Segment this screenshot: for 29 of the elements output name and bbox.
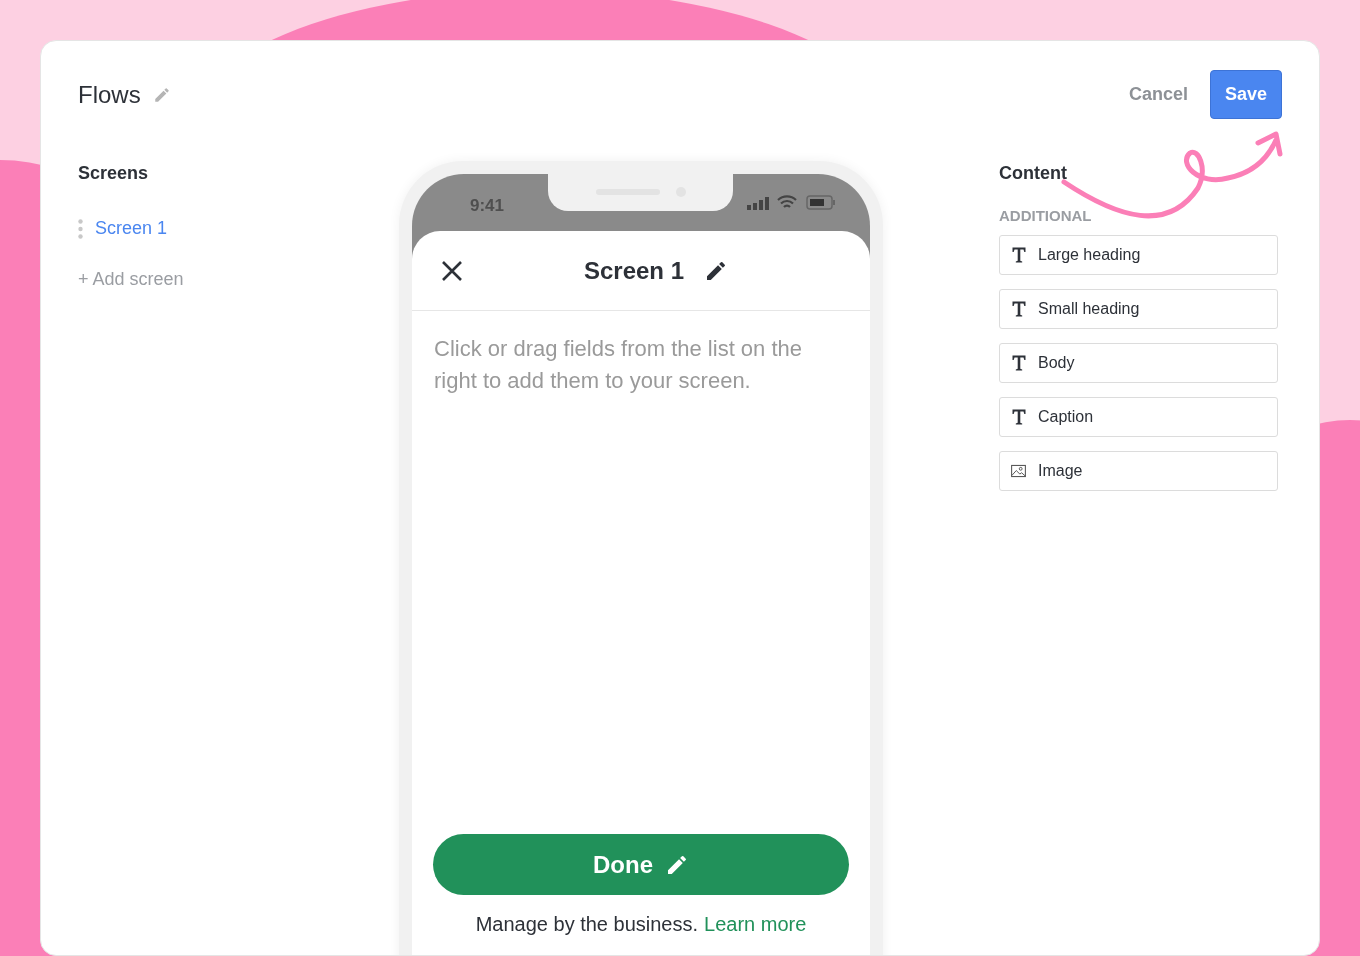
- field-option[interactable]: Image: [999, 451, 1278, 491]
- save-button[interactable]: Save: [1209, 70, 1282, 119]
- signal-icon: [747, 197, 769, 210]
- field-option[interactable]: Caption: [999, 397, 1278, 437]
- learn-more-link[interactable]: Learn more: [704, 911, 807, 937]
- battery-icon: [806, 195, 836, 210]
- add-screen-link[interactable]: + Add screen: [78, 266, 399, 293]
- cancel-button[interactable]: Cancel: [1128, 81, 1188, 108]
- drag-handle-icon[interactable]: [78, 218, 83, 239]
- field-option[interactable]: Large heading: [999, 235, 1278, 275]
- image-icon: [1011, 464, 1026, 478]
- field-option[interactable]: Small heading: [999, 289, 1278, 329]
- footer-text: Manage by the business.: [475, 912, 699, 937]
- screen-item[interactable]: Screen 1: [95, 215, 168, 242]
- done-button[interactable]: Done: [433, 834, 849, 895]
- screens-heading: Screens: [78, 162, 150, 185]
- text-icon: [1011, 301, 1026, 317]
- hint-text: Click or drag fields from the list on the right to add them to your screen.: [434, 335, 804, 395]
- section-label: ADDITIONAL: [999, 207, 1093, 225]
- screen-title: Screen 1: [583, 255, 685, 286]
- text-icon: [1011, 247, 1026, 263]
- wifi-icon: [777, 195, 797, 210]
- content-heading: Content: [999, 162, 1068, 185]
- close-icon[interactable]: [441, 260, 463, 282]
- field-option[interactable]: Body: [999, 343, 1278, 383]
- flow-title: Flows: [78, 79, 141, 110]
- status-time: 9:41: [470, 195, 505, 217]
- text-icon: [1011, 409, 1026, 425]
- text-icon: [1011, 355, 1026, 371]
